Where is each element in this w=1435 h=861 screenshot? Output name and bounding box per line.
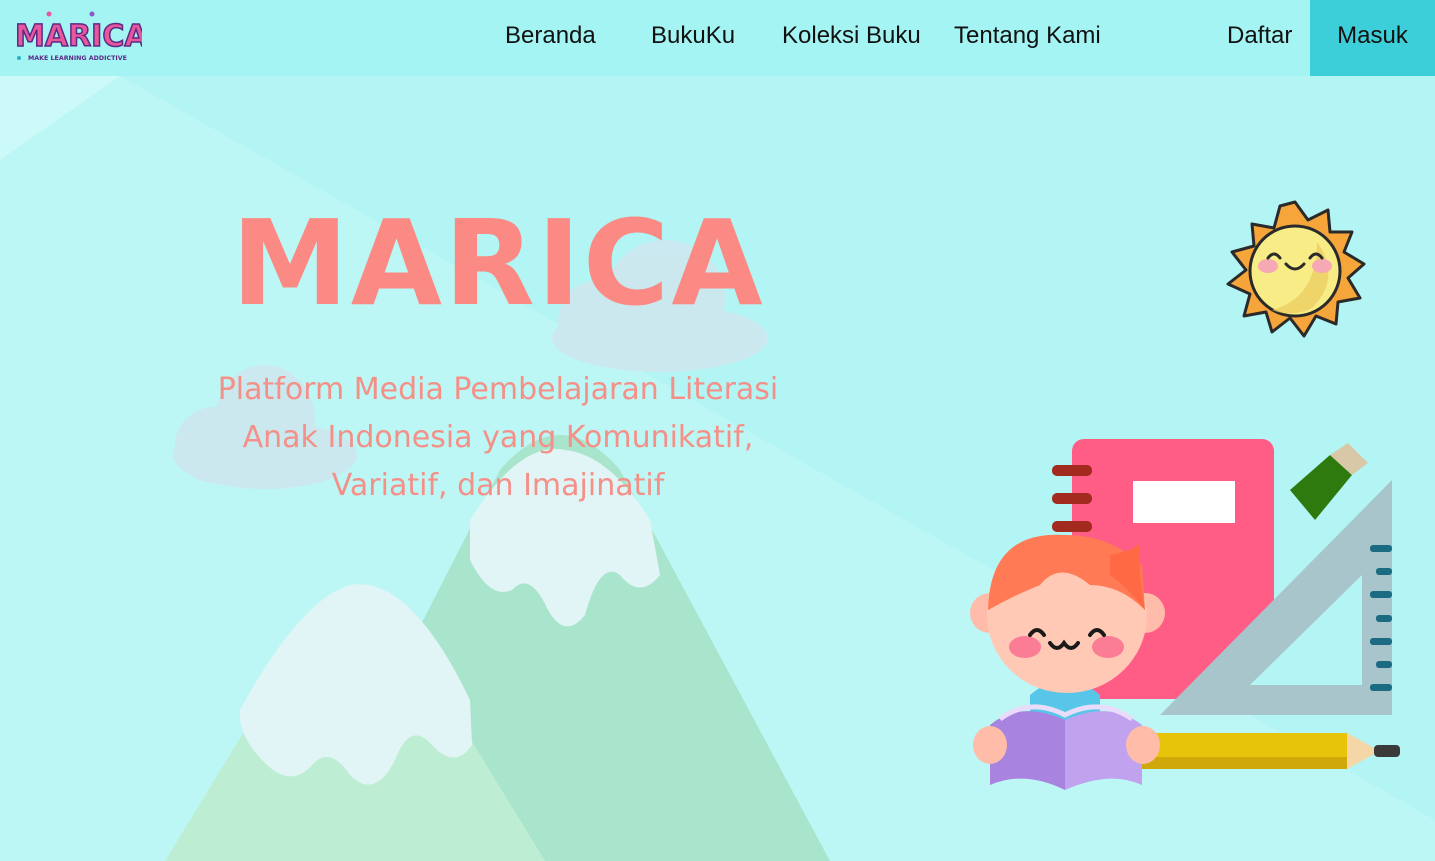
svg-text:MAKE LEARNING ADDICTIVE: MAKE LEARNING ADDICTIVE xyxy=(28,55,127,62)
kid-reading-illustration xyxy=(970,439,1400,790)
login-button[interactable]: Masuk xyxy=(1310,0,1435,76)
marica-logo[interactable]: MARICA MAKE LEARNING ADDICTIVE xyxy=(12,8,142,66)
nav-bukuku[interactable]: BukuKu xyxy=(651,0,735,76)
nav-beranda[interactable]: Beranda xyxy=(505,0,596,76)
top-navbar: MARICA MAKE LEARNING ADDICTIVE Beranda B… xyxy=(0,0,1435,76)
hero-title: MARICA xyxy=(231,194,765,332)
hero-subtitle-line: Platform Media Pembelajaran Literasi xyxy=(217,372,779,407)
hero-subtitle-line: Variatif, dan Imajinatif xyxy=(331,468,665,503)
nav-tentang-kami[interactable]: Tentang Kami xyxy=(954,0,1101,76)
svg-text:MARICA: MARICA xyxy=(15,19,142,54)
register-link[interactable]: Daftar xyxy=(1227,0,1292,76)
sun-illustration xyxy=(1226,200,1366,338)
hero-subtitle-line: Anak Indonesia yang Komunikatif, xyxy=(242,420,754,455)
nav-koleksi-buku[interactable]: Koleksi Buku xyxy=(782,0,921,76)
hero-subtitle: Platform Media Pembelajaran Literasi Ana… xyxy=(180,366,816,510)
